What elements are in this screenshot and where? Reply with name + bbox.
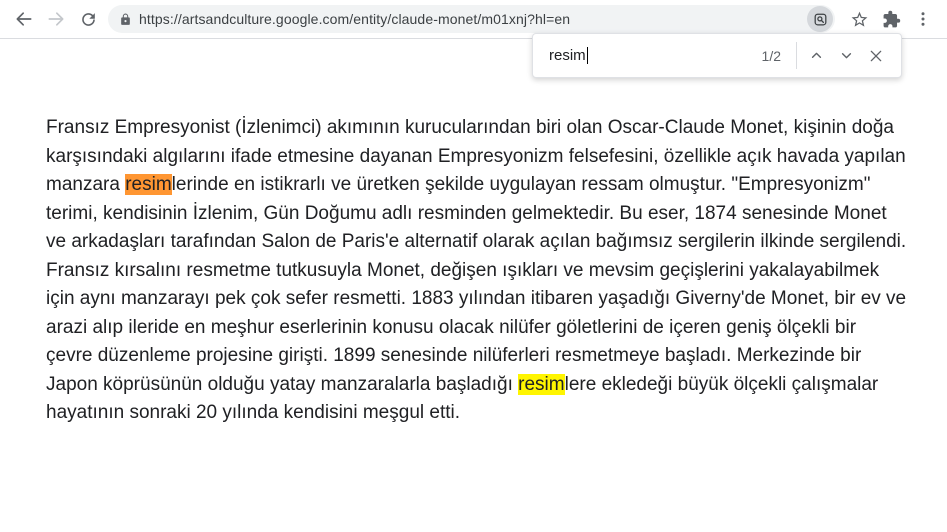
- find-previous-icon: [811, 52, 821, 58]
- find-input[interactable]: resim: [549, 47, 589, 64]
- forward-icon: [48, 12, 64, 26]
- find-close-button[interactable]: [861, 41, 891, 71]
- back-button[interactable]: [8, 3, 40, 35]
- find-match-active: resim: [125, 174, 172, 195]
- reload-button[interactable]: [72, 3, 104, 35]
- address-bar[interactable]: https://artsandculture.google.com/entity…: [108, 5, 835, 33]
- extensions-button[interactable]: [875, 3, 907, 35]
- findbar-divider: [796, 42, 797, 69]
- find-previous-button[interactable]: [801, 41, 831, 71]
- lens-button[interactable]: [807, 6, 833, 32]
- menu-button[interactable]: [907, 3, 939, 35]
- find-next-icon: [841, 53, 851, 59]
- find-query-text: resim: [549, 47, 586, 64]
- close-icon: [870, 50, 882, 61]
- star-icon: [851, 11, 867, 27]
- find-next-button[interactable]: [831, 41, 861, 71]
- forward-button[interactable]: [40, 3, 72, 35]
- paragraph: Fransız kırsalını resmetme tutkusuyla Mo…: [46, 257, 907, 428]
- lock-icon: [121, 13, 130, 25]
- bookmark-button[interactable]: [843, 3, 875, 35]
- find-match-inactive: resim: [518, 373, 565, 395]
- find-in-page-bar: resim 1/2: [532, 33, 902, 78]
- text-caret: [586, 47, 589, 64]
- url-text: https://artsandculture.google.com/entity…: [139, 11, 571, 27]
- extensions-icon: [883, 10, 900, 27]
- back-icon: [16, 12, 32, 26]
- paragraph: Fransız Empresyonist (İzlenimci) akımını…: [46, 114, 907, 257]
- lens-icon: [814, 13, 826, 25]
- menu-icon: [921, 12, 925, 26]
- text-run: lerinde en istikrarlı ve üretken şekilde…: [46, 174, 907, 252]
- article: Fransız Empresyonist (İzlenimci) akımını…: [0, 39, 947, 428]
- reload-icon: [81, 12, 95, 26]
- match-count: 1/2: [761, 47, 781, 64]
